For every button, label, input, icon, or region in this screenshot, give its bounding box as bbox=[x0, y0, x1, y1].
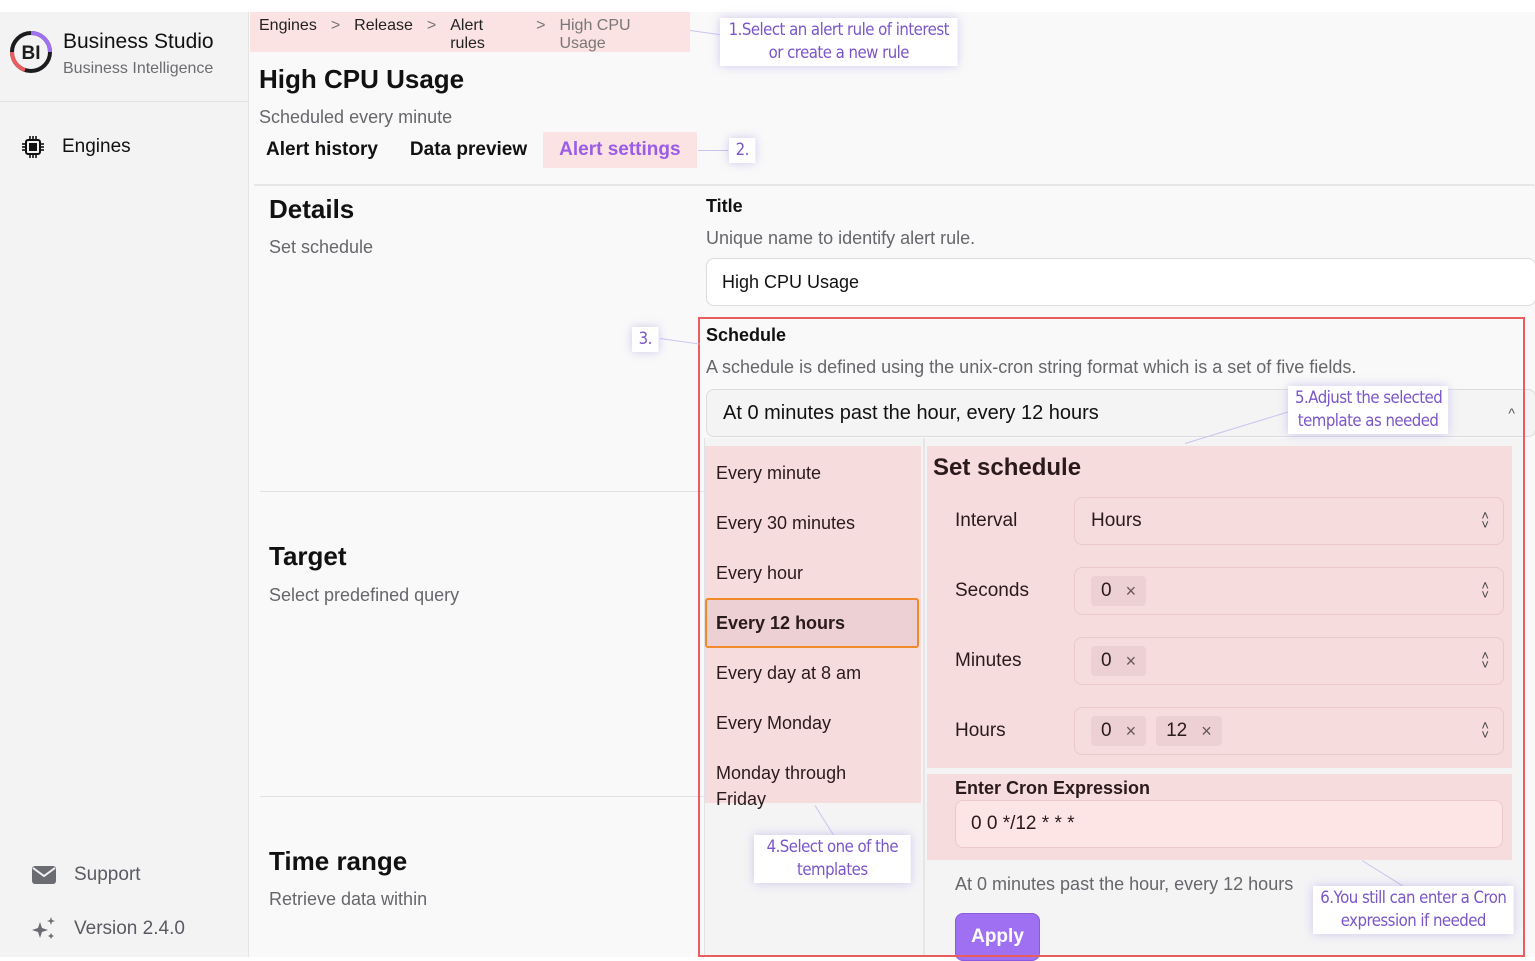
remove-chip-icon[interactable]: × bbox=[1126, 721, 1137, 742]
title-field-label: Title bbox=[706, 196, 743, 216]
chip-hours-12: 12 × bbox=[1156, 716, 1222, 746]
annotation-6: 6.You still can enter a Cron expression i… bbox=[1313, 886, 1514, 934]
breadcrumb-alert-rules[interactable]: Alert rules bbox=[450, 17, 522, 53]
annotation-1: 1.Select an alert rule of interest or cre… bbox=[720, 18, 958, 66]
annotation-5: 5.Adjust the selected template as needed bbox=[1288, 386, 1449, 434]
support-label: Support bbox=[74, 864, 141, 885]
breadcrumb-current: High CPU Usage bbox=[559, 17, 631, 52]
template-every-hour[interactable]: Every hour bbox=[705, 548, 919, 598]
up-down-chevron-icon: ˄ ˅ bbox=[1481, 508, 1489, 532]
minutes-label: Minutes bbox=[955, 650, 1022, 671]
tab-data-preview[interactable]: Data preview bbox=[394, 132, 543, 168]
template-every-12-hours[interactable]: Every 12 hours bbox=[705, 598, 919, 648]
section-subtitle-time-range: Retrieve data within bbox=[269, 889, 428, 909]
template-every-day-8am[interactable]: Every day at 8 am bbox=[705, 648, 919, 698]
annotation-2: 2. bbox=[729, 138, 756, 163]
seconds-row: Seconds 0 × ˄ ˅ bbox=[927, 567, 1512, 615]
interval-row: Interval Hours ˄ ˅ bbox=[927, 497, 1512, 545]
cron-expression-panel: Enter Cron Expression 0 0 */12 * * * bbox=[927, 774, 1512, 860]
remove-chip-icon[interactable]: × bbox=[1126, 651, 1137, 672]
set-schedule-heading: Set schedule bbox=[933, 454, 1082, 481]
annotation-4: 4.Select one of the templates bbox=[754, 835, 911, 883]
up-down-chevron-icon: ˄ ˅ bbox=[1481, 648, 1489, 672]
minutes-row: Minutes 0 × ˄ ˅ bbox=[927, 637, 1512, 685]
column-divider bbox=[923, 438, 925, 957]
template-every-minute[interactable]: Every minute bbox=[705, 448, 919, 498]
breadcrumb: Engines > Release > Alert rules > High C… bbox=[250, 12, 690, 52]
section-subtitle-details: Set schedule bbox=[269, 237, 374, 257]
version-label: Version 2.4.0 bbox=[74, 918, 185, 939]
cron-expression-label: Enter Cron Expression bbox=[955, 778, 1151, 798]
interval-value: Hours bbox=[1091, 510, 1142, 531]
sidebar-item-version: Version 2.4.0 bbox=[30, 916, 185, 942]
tab-alert-history[interactable]: Alert history bbox=[250, 132, 394, 168]
seconds-multiselect[interactable]: 0 × ˄ ˅ bbox=[1074, 567, 1504, 615]
schedule-label: Schedule bbox=[706, 325, 787, 345]
breadcrumb-separator: > bbox=[330, 17, 341, 34]
svg-text:BI: BI bbox=[22, 43, 41, 64]
section-subtitle-target: Select predefined query bbox=[269, 585, 460, 605]
sidebar-item-engines[interactable]: Engines bbox=[20, 134, 131, 160]
schedule-help: A schedule is defined using the unix-cro… bbox=[706, 357, 1357, 377]
cron-description: At 0 minutes past the hour, every 12 hou… bbox=[955, 874, 1294, 894]
page-title: High CPU Usage bbox=[259, 64, 465, 94]
section-title-time-range: Time range bbox=[269, 846, 408, 876]
interval-select[interactable]: Hours ˄ ˅ bbox=[1074, 497, 1504, 545]
cpu-chip-icon bbox=[22, 136, 44, 158]
title-input[interactable]: High CPU Usage bbox=[706, 258, 1535, 306]
tab-bar: Alert history Data preview Alert setting… bbox=[250, 132, 697, 168]
breadcrumb-separator: > bbox=[536, 17, 546, 34]
sidebar-item-support[interactable]: Support bbox=[30, 864, 141, 886]
sidebar: BI Business Studio Business Intelligence… bbox=[0, 12, 249, 957]
annotation-3: 3. bbox=[632, 327, 659, 352]
schedule-selected-summary: At 0 minutes past the hour, every 12 hou… bbox=[723, 401, 1099, 424]
hours-row: Hours 0 × 12 × ˄ ˅ bbox=[927, 707, 1512, 755]
breadcrumb-release[interactable]: Release bbox=[354, 17, 413, 35]
chip-seconds-0: 0 × bbox=[1091, 576, 1147, 606]
minutes-multiselect[interactable]: 0 × ˄ ˅ bbox=[1074, 637, 1504, 685]
page-subtitle: Scheduled every minute bbox=[259, 107, 453, 127]
cron-expression-input[interactable]: 0 0 */12 * * * bbox=[955, 800, 1503, 848]
tab-alert-settings[interactable]: Alert settings bbox=[543, 132, 697, 168]
template-every-monday[interactable]: Every Monday bbox=[705, 698, 919, 748]
breadcrumb-engines[interactable]: Engines bbox=[259, 17, 317, 35]
template-monday-through-friday[interactable]: Monday through Friday bbox=[705, 748, 895, 824]
tab-divider bbox=[254, 184, 1534, 186]
section-title-details: Details bbox=[269, 194, 355, 224]
sidebar-item-label: Engines bbox=[62, 136, 131, 157]
set-schedule-panel: Set schedule Interval Hours ˄ ˅ Seconds 0… bbox=[927, 446, 1512, 768]
section-divider bbox=[260, 796, 705, 797]
chevron-up-icon: ^ bbox=[1508, 405, 1515, 421]
brand-subtitle: Business Intelligence bbox=[63, 60, 214, 77]
hours-multiselect[interactable]: 0 × 12 × ˄ ˅ bbox=[1074, 707, 1504, 755]
brand: BI Business Studio Business Intelligence bbox=[0, 12, 249, 102]
remove-chip-icon[interactable]: × bbox=[1126, 581, 1137, 602]
sparkles-icon bbox=[32, 917, 55, 939]
breadcrumb-separator: > bbox=[426, 17, 437, 34]
up-down-chevron-icon: ˄ ˅ bbox=[1481, 578, 1489, 602]
template-every-30-minutes[interactable]: Every 30 minutes bbox=[705, 498, 919, 548]
template-list: Every minute Every 30 minutes Every hour… bbox=[705, 446, 921, 809]
brand-name: Business Studio bbox=[63, 30, 214, 53]
section-title-target: Target bbox=[269, 541, 347, 571]
main-content: Engines > Release > Alert rules > High C… bbox=[250, 12, 1535, 961]
envelope-icon bbox=[32, 866, 56, 884]
remove-chip-icon[interactable]: × bbox=[1201, 721, 1212, 742]
apply-button[interactable]: Apply bbox=[955, 913, 1040, 961]
brand-logo-icon: BI bbox=[10, 31, 52, 73]
seconds-label: Seconds bbox=[955, 580, 1029, 601]
section-divider bbox=[260, 491, 705, 492]
title-field-help: Unique name to identify alert rule. bbox=[706, 228, 976, 248]
interval-label: Interval bbox=[955, 510, 1018, 531]
annotation-leader bbox=[698, 150, 728, 151]
chip-minutes-0: 0 × bbox=[1091, 646, 1147, 676]
up-down-chevron-icon: ˄ ˅ bbox=[1481, 718, 1489, 742]
hours-label: Hours bbox=[955, 720, 1006, 741]
chip-hours-0: 0 × bbox=[1091, 716, 1147, 746]
